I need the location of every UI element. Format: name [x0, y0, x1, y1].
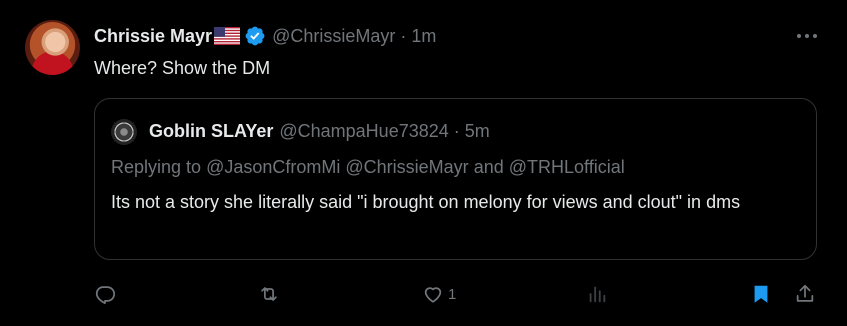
retweet-button[interactable]	[258, 281, 280, 307]
author-avatar[interactable]	[25, 20, 80, 75]
bookmark-icon	[754, 285, 768, 303]
views-button[interactable]	[586, 281, 608, 307]
quoted-author-handle: @ChampaHue73824	[279, 121, 449, 141]
mention-link: @TRHLofficial	[508, 157, 625, 177]
quoted-tweet-text: Its not a story she literally said "i br…	[111, 192, 741, 212]
bookmark-button[interactable]	[750, 281, 772, 307]
quoted-tweet-time: 5m	[464, 121, 490, 141]
replying-to: Replying to @JasonCfromMi @ChrissieMayr …	[111, 157, 625, 178]
tweet-time[interactable]: 1m	[411, 26, 436, 47]
views-icon	[589, 286, 606, 303]
share-button[interactable]	[794, 281, 816, 307]
share-icon	[796, 284, 814, 302]
tweet-header: Chrissie Mayr @ChrissieMayr · 1m	[94, 24, 436, 48]
author-name[interactable]: Chrissie Mayr	[94, 26, 212, 47]
tweet-text: Where? Show the DM	[94, 58, 271, 78]
reply-button[interactable]	[94, 281, 116, 307]
like-count: 1	[448, 285, 457, 303]
us-flag-icon	[214, 27, 241, 45]
separator-dot: ·	[400, 25, 407, 46]
quoted-tweet[interactable]: Goblin SLAYer @ChampaHue73824 · 5m Reply…	[94, 98, 817, 260]
like-button[interactable]: 1	[422, 281, 456, 307]
like-icon	[424, 287, 442, 303]
reply-icon	[95, 286, 116, 305]
replying-to-label: Replying to	[111, 157, 202, 177]
retweet-icon	[261, 287, 277, 301]
quoted-author-name: Goblin SLAYer	[149, 121, 274, 141]
tweet[interactable]: Chrissie Mayr @ChrissieMayr · 1m Where? …	[0, 0, 847, 326]
quoted-author-avatar	[111, 119, 137, 145]
separator-dot: ·	[453, 121, 460, 141]
mention-link: @JasonCfromMi	[206, 157, 341, 177]
conjunction: and	[473, 157, 504, 177]
quoted-tweet-header: Goblin SLAYer @ChampaHue73824 · 5m	[149, 121, 490, 142]
more-icon[interactable]	[795, 28, 819, 44]
mention-link: @ChrissieMayr	[345, 157, 469, 177]
verified-icon[interactable]	[244, 25, 266, 47]
author-handle[interactable]: @ChrissieMayr	[272, 26, 395, 47]
action-bar: 1	[94, 281, 819, 307]
